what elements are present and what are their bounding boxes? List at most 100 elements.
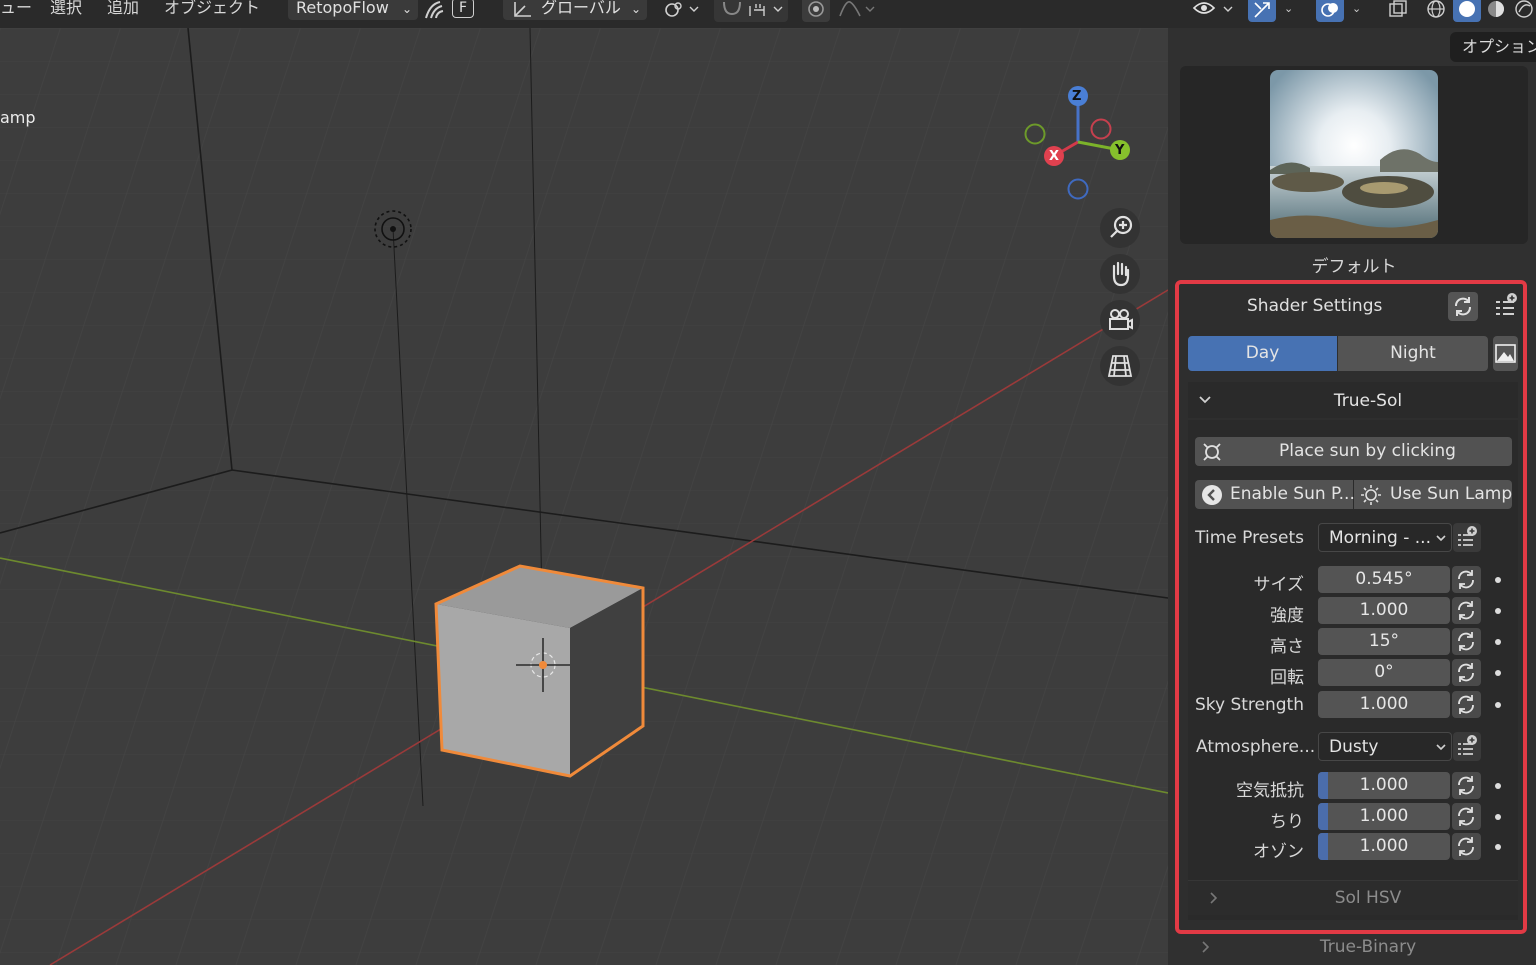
pivot-point-icon[interactable]	[662, 0, 702, 20]
sun-size-field[interactable]: 0.545°	[1318, 566, 1450, 593]
menu-view[interactable]: ュー	[0, 0, 32, 20]
keyframe-dot[interactable]	[1495, 608, 1501, 614]
time-presets-value: Morning - ...	[1329, 528, 1431, 548]
retopoflow-logo-icon[interactable]	[422, 0, 446, 20]
ozone-reset[interactable]	[1452, 833, 1481, 860]
xray-toggle-icon[interactable]	[1388, 0, 1408, 20]
perspective-toggle-button[interactable]	[1100, 346, 1140, 386]
sky-strength-field[interactable]: 1.000	[1318, 691, 1450, 718]
solid-shading-button[interactable]	[1453, 0, 1481, 22]
sol-hsv-title: Sol HSV	[1334, 888, 1402, 908]
atmosphere-value: Dusty	[1329, 737, 1379, 757]
place-sun-button[interactable]: Place sun by clicking	[1195, 437, 1512, 466]
elevation-reset[interactable]	[1452, 628, 1481, 655]
menu-select[interactable]: 選択	[50, 0, 82, 20]
tab-night[interactable]: Night	[1338, 336, 1488, 371]
gizmo-toggle[interactable]	[1248, 0, 1276, 22]
intensity-field[interactable]: 1.000	[1318, 597, 1450, 624]
air-density-reset[interactable]	[1452, 772, 1481, 799]
overlays-toggle[interactable]	[1316, 0, 1344, 22]
camera-view-button[interactable]	[1100, 300, 1140, 340]
use-sun-lamp-button[interactable]: Use Sun Lamp	[1354, 480, 1512, 509]
rotation-reset[interactable]	[1452, 659, 1481, 686]
refresh-icon	[1458, 837, 1474, 856]
viewport-grid	[0, 28, 1168, 965]
refresh-icon	[1458, 570, 1474, 589]
rendered-shading-icon[interactable]	[1514, 0, 1534, 20]
sun-lamp-object-icon[interactable]	[372, 208, 414, 250]
camera-icon	[1109, 309, 1133, 330]
keyframe-dot[interactable]	[1495, 702, 1501, 708]
f-key-button[interactable]: F	[452, 0, 474, 18]
keyframe-dot[interactable]	[1495, 783, 1501, 789]
keyframe-dot[interactable]	[1495, 639, 1501, 645]
gizmo-x-label: X	[1049, 149, 1060, 164]
image-button[interactable]	[1493, 336, 1518, 371]
hdri-thumbnail[interactable]	[1270, 70, 1438, 238]
menu-object[interactable]: オブジェクト	[164, 0, 260, 20]
refresh-icon	[1455, 297, 1471, 316]
enable-sun-position-button[interactable]: Enable Sun P...	[1195, 480, 1355, 509]
chevron-down-icon[interactable]: ⌄	[1352, 2, 1361, 15]
retopoflow-menu[interactable]: RetopoFlow ⌄	[288, 0, 418, 20]
snap-magnet-icon	[723, 1, 783, 16]
sol-hsv-header[interactable]: Sol HSV	[1188, 880, 1518, 915]
pan-button[interactable]	[1100, 254, 1140, 294]
3d-viewport[interactable]: amp Z X Y	[0, 28, 1168, 965]
air-density-label: 空気抵抗	[1236, 781, 1304, 801]
hand-pan-icon	[1112, 261, 1130, 287]
object-name-overlay: amp	[0, 108, 36, 127]
orientation-label: グローバル	[541, 0, 621, 17]
tab-day[interactable]: Day	[1188, 336, 1337, 371]
slider-fill	[1318, 803, 1328, 830]
dust-field[interactable]: 1.000	[1318, 803, 1450, 830]
proportional-edit-icon	[808, 1, 824, 17]
elevation-field[interactable]: 15°	[1318, 628, 1450, 655]
rotation-field[interactable]: 0°	[1318, 659, 1450, 686]
orientation-axes-icon	[514, 2, 531, 17]
proportional-edit-toggle[interactable]	[802, 0, 830, 22]
air-density-field[interactable]: 1.000	[1318, 772, 1450, 799]
keyframe-dot[interactable]	[1495, 814, 1501, 820]
time-presets-dropdown[interactable]: Morning - ...	[1318, 523, 1452, 552]
preset-list-icon[interactable]	[1492, 292, 1518, 320]
refresh-icon	[1458, 663, 1474, 682]
transform-orientation-dropdown[interactable]: グローバル ⌄	[503, 0, 647, 20]
sun-size-reset[interactable]	[1452, 566, 1481, 593]
zoom-magnifier-icon	[1110, 215, 1133, 238]
cube-object[interactable]	[430, 558, 652, 783]
zoom-button[interactable]	[1100, 208, 1140, 248]
enable-sun-label: Enable Sun P...	[1230, 484, 1355, 504]
true-sol-header[interactable]: True-Sol	[1188, 382, 1518, 418]
keyframe-dot[interactable]	[1495, 670, 1501, 676]
true-binary-header[interactable]: True-Binary	[1180, 934, 1528, 965]
wireframe-shading-icon[interactable]	[1426, 0, 1446, 20]
snap-toggle[interactable]	[714, 0, 788, 22]
refresh-button[interactable]	[1448, 292, 1478, 321]
true-binary-title: True-Binary	[1319, 937, 1417, 957]
refresh-icon	[1458, 776, 1474, 795]
dust-reset[interactable]	[1452, 803, 1481, 830]
falloff-curve-icon[interactable]	[838, 0, 878, 20]
preset-add-icon	[1458, 526, 1477, 546]
intensity-reset[interactable]	[1452, 597, 1481, 624]
place-sun-label: Place sun by clicking	[1279, 441, 1456, 461]
visibility-eye-icon[interactable]	[1190, 0, 1238, 20]
menu-add[interactable]: 追加	[107, 0, 139, 20]
chevron-down-icon[interactable]: ⌄	[1284, 2, 1293, 15]
hdri-landscape-image	[1270, 70, 1438, 238]
ozone-field[interactable]: 1.000	[1318, 833, 1450, 860]
time-presets-label: Time Presets	[1195, 528, 1304, 548]
solid-sphere-icon	[1459, 1, 1475, 17]
material-preview-icon[interactable]	[1486, 0, 1506, 20]
add-atmosphere-preset-button[interactable]	[1453, 732, 1481, 761]
keyframe-dot[interactable]	[1495, 577, 1501, 583]
elevation-label: 高さ	[1270, 637, 1304, 657]
atmosphere-dropdown[interactable]: Dusty	[1318, 732, 1452, 761]
keyframe-dot[interactable]	[1495, 844, 1501, 850]
sky-strength-reset[interactable]	[1452, 691, 1481, 718]
add-time-preset-button[interactable]	[1453, 523, 1481, 552]
sky-strength-label: Sky Strength	[1194, 695, 1304, 715]
options-tab[interactable]: オプション	[1450, 32, 1536, 62]
gizmo-z-label: Z	[1072, 89, 1082, 104]
